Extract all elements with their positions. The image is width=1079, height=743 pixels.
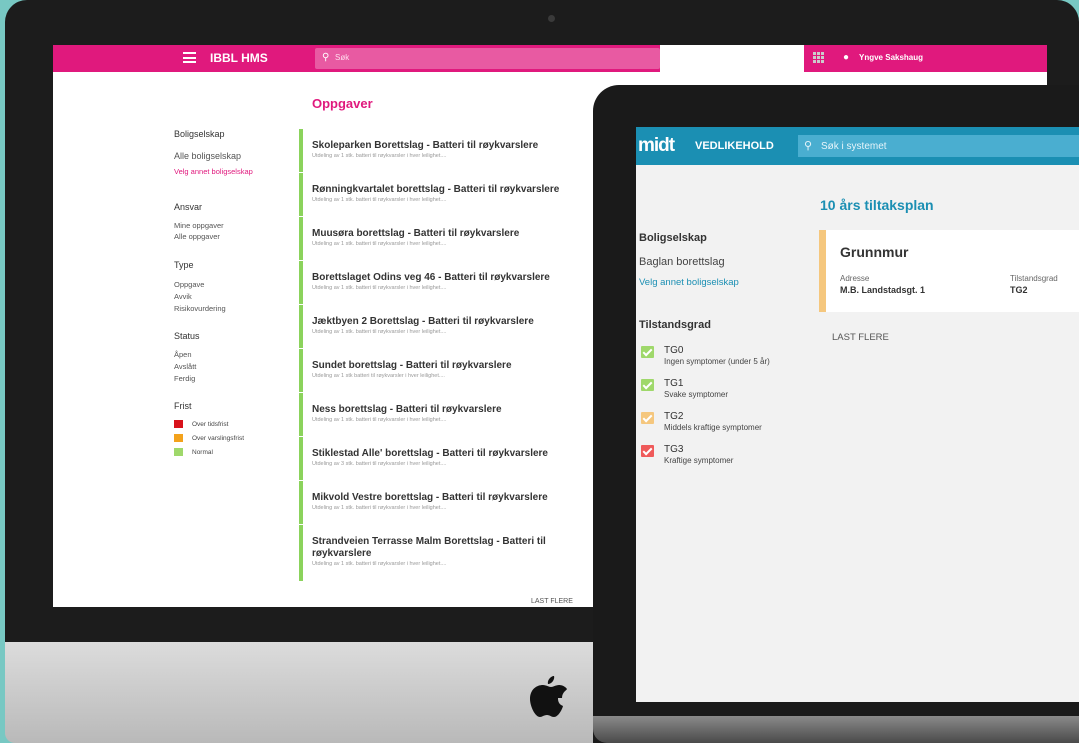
legend-over-tidsfrist[interactable]: Over tidsfrist — [192, 421, 228, 428]
list-item[interactable]: Jæktbyen 2 Borettslag - Batteri til røyk… — [299, 305, 589, 348]
filter-item-ferdig[interactable]: Ferdig — [174, 374, 195, 383]
load-more-button[interactable]: LAST FLERE — [832, 332, 889, 343]
list-item[interactable]: Strandveien Terrasse Malm Borettslag - B… — [299, 525, 589, 581]
card-title: Grunnmur — [840, 244, 909, 260]
legend-orange-swatch — [174, 434, 183, 442]
legend-red-swatch — [174, 420, 183, 428]
user-icon[interactable]: ● — [843, 52, 849, 63]
search-icon: ⚲ — [322, 52, 330, 63]
filter-item-apen[interactable]: Åpen — [174, 350, 192, 359]
camera — [548, 15, 555, 22]
laptop-screen: midt VEDLIKEHOLD ⚲ Søk i systemet 10 års… — [636, 127, 1079, 702]
filter-selected-boligselskap: Baglan borettslag — [639, 256, 725, 268]
list-item[interactable]: Muusøra borettslag - Batteri til røykvar… — [299, 217, 589, 260]
search-icon: ⚲ — [804, 140, 813, 152]
checkbox-icon[interactable] — [641, 346, 654, 358]
top-bar: midt VEDLIKEHOLD ⚲ Søk i systemet — [636, 127, 1079, 165]
checkbox-icon[interactable] — [641, 412, 654, 424]
list-item[interactable]: Rønningkvartalet borettslag - Batteri ti… — [299, 173, 589, 216]
legend-green-swatch — [174, 448, 183, 456]
app-title: IBBL HMS — [210, 51, 268, 65]
legend-over-varslingsfrist[interactable]: Over varslingsfrist — [192, 435, 244, 442]
list-item[interactable]: Sundet borettslag - Batteri til røykvars… — [299, 349, 589, 392]
change-boligselskap-link[interactable]: Velg annet boligselskap — [639, 277, 739, 288]
legend-normal[interactable]: Normal — [192, 449, 213, 456]
filter-item-avvik[interactable]: Avvik — [174, 292, 192, 301]
search-placeholder: Søk i systemet — [821, 141, 887, 152]
search-placeholder: Søk — [335, 53, 350, 62]
midt-logo[interactable]: midt — [638, 135, 675, 157]
filter-heading-boligselskap: Boligselskap — [639, 232, 707, 244]
filter-heading-ansvar: Ansvar — [174, 202, 203, 212]
section-title: VEDLIKEHOLD — [695, 140, 774, 152]
list-item[interactable]: Mikvold Vestre borettslag - Batteri til … — [299, 481, 589, 524]
change-boligselskap-link[interactable]: Velg annet boligselskap — [174, 167, 253, 176]
page-title: 10 års tiltaksplan — [820, 197, 934, 213]
status-bar — [819, 230, 826, 312]
top-bar: IBBL HMS ⚲ Søk ● Yngve Sakshaug — [53, 45, 1047, 72]
filter-heading-frist: Frist — [174, 401, 192, 411]
filter-heading-status: Status — [174, 331, 200, 341]
filter-heading-tilstandsgrad: Tilstandsgrad — [639, 319, 711, 331]
menu-icon[interactable] — [183, 52, 196, 63]
filter-heading-boligselskap: Boligselskap — [174, 129, 225, 139]
filter-heading-type: Type — [174, 260, 194, 270]
filter-item-alle-oppgaver[interactable]: Alle oppgaver — [174, 232, 220, 241]
grade-label: Tilstandsgrad — [1010, 274, 1058, 283]
checkbox-icon[interactable] — [641, 445, 654, 457]
page-title: Oppgaver — [312, 96, 373, 111]
filter-item-risikovurdering[interactable]: Risikovurdering — [174, 304, 226, 313]
list-item[interactable]: Stiklestad Alle' borettslag - Batteri ti… — [299, 437, 589, 480]
search-input[interactable]: ⚲ Søk i systemet — [798, 135, 1079, 157]
list-item[interactable]: Ness borettslag - Batteri til røykvarsle… — [299, 393, 589, 436]
address-value: M.B. Landstadsgt. 1 — [840, 285, 926, 295]
filter-selected-boligselskap: Alle boligselskap — [174, 151, 242, 161]
user-name[interactable]: Yngve Sakshaug — [859, 53, 923, 62]
list-item[interactable]: Borettslaget Odins veg 46 - Batteri til … — [299, 261, 589, 304]
list-item[interactable]: Skoleparken Borettslag - Batteri til røy… — [299, 129, 589, 172]
checkbox-icon[interactable] — [641, 379, 654, 391]
filter-item-mine-oppgaver[interactable]: Mine oppgaver — [174, 221, 224, 230]
apps-grid-icon[interactable] — [813, 52, 824, 63]
filter-item-avslatt[interactable]: Avslått — [174, 362, 196, 371]
grade-value: TG2 — [1010, 285, 1028, 295]
laptop-base — [593, 716, 1079, 743]
apple-logo-icon — [530, 676, 567, 717]
filter-item-oppgave[interactable]: Oppgave — [174, 280, 204, 289]
address-label: Adresse — [840, 274, 870, 283]
search-input[interactable]: ⚲ Søk — [315, 48, 660, 69]
component-card[interactable]: Grunnmur Adresse M.B. Landstadsgt. 1 Til… — [819, 230, 1079, 312]
load-more-button[interactable]: LAST FLERE — [531, 598, 573, 605]
